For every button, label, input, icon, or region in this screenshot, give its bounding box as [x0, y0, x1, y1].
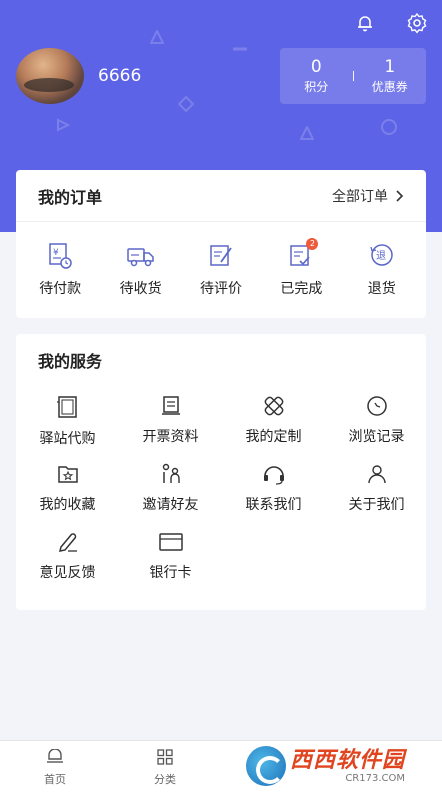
coupons-label: 优惠券: [371, 80, 408, 94]
service-history[interactable]: 浏览记录: [325, 386, 428, 454]
service-purchase[interactable]: 驿站代购: [16, 386, 119, 454]
order-completed[interactable]: 2 已完成: [266, 238, 336, 298]
stats-panel: 0 积分 1 优惠券: [280, 48, 426, 104]
review-icon: [210, 245, 232, 266]
service-label: 银行卡: [149, 565, 192, 581]
custom-icon: [264, 396, 283, 416]
service-label: 我的定制: [245, 429, 302, 445]
order-item-label: 待收货: [119, 281, 162, 297]
settings-icon[interactable]: [406, 12, 428, 34]
order-item-label: 退货: [367, 281, 396, 297]
service-feedback[interactable]: 意见反馈: [16, 522, 119, 590]
category-icon: [157, 749, 173, 765]
decor-triangle-icon: [57, 118, 70, 132]
decor-circle-icon: [381, 119, 397, 135]
service-contact[interactable]: 联系我们: [222, 454, 325, 522]
order-item-label: 待付款: [39, 281, 82, 297]
service-label: 关于我们: [348, 497, 405, 513]
avatar[interactable]: [16, 48, 84, 104]
order-item-label: 已完成: [280, 281, 323, 297]
return-icon: 退: [370, 244, 393, 266]
service-invite[interactable]: 邀请好友: [119, 454, 222, 522]
watermark-text: 西西软件园: [290, 747, 406, 773]
watermark-logo-icon: [246, 746, 286, 786]
order-pending-payment[interactable]: ¥ 待付款: [25, 242, 95, 298]
service-invoice[interactable]: 开票资料: [119, 386, 222, 454]
bank-card-icon: [158, 533, 183, 551]
watermark-subtext: CR173.COM: [345, 772, 406, 784]
nav-label: 首页: [44, 773, 66, 786]
order-pending-review[interactable]: 待评价: [186, 242, 256, 298]
headset-icon: [263, 466, 284, 485]
order-return[interactable]: 退 退货: [347, 242, 417, 298]
service-label: 我的收藏: [39, 497, 96, 513]
services-title: 我的服务: [38, 352, 103, 371]
favorites-icon: [57, 466, 78, 483]
history-icon: [366, 396, 387, 416]
nav-category[interactable]: 分类: [110, 741, 220, 792]
stats-divider: [352, 71, 354, 81]
bell-icon[interactable]: [354, 12, 376, 34]
username: 6666: [98, 66, 142, 86]
decor-triangle-icon: [150, 30, 164, 44]
service-favorites[interactable]: 我的收藏: [16, 454, 119, 522]
points-stat[interactable]: 0 积分: [280, 57, 353, 95]
service-label: 联系我们: [245, 497, 302, 513]
service-label: 意见反馈: [39, 565, 96, 581]
service-bank-card[interactable]: 银行卡: [119, 522, 222, 590]
decor-triangle-icon: [300, 126, 314, 140]
svg-text:¥: ¥: [53, 248, 59, 258]
all-orders-label: 全部订单: [332, 188, 388, 205]
nav-home[interactable]: 首页: [0, 741, 110, 792]
orders-title: 我的订单: [38, 187, 103, 207]
service-label: 浏览记录: [348, 429, 405, 445]
orders-card: 我的订单 全部订单 ¥ 待付款 待收货 待评价 2 已完成 退 退货: [16, 170, 426, 318]
services-card: 我的服务 驿站代购 开票资料 我的定制 浏览记录 我的收藏 邀请好友 联系我们 …: [16, 334, 426, 610]
service-label: 邀请好友: [142, 497, 199, 513]
points-label: 积分: [304, 80, 329, 94]
feedback-icon: [58, 533, 77, 552]
user-icon: [367, 465, 386, 484]
service-custom[interactable]: 我的定制: [222, 386, 325, 454]
decor-diamond-icon: [178, 96, 194, 112]
nav-label: 分类: [154, 773, 176, 786]
delivery-truck-icon: [126, 248, 154, 267]
service-label: 开票资料: [142, 429, 199, 445]
watermark: 西西软件园 CR173.COM: [246, 744, 426, 788]
coupons-value: 1: [384, 57, 396, 77]
points-value: 0: [310, 57, 322, 77]
service-about[interactable]: 关于我们: [325, 454, 428, 522]
invite-icon: [162, 463, 180, 483]
invoice-icon: [161, 396, 180, 415]
svg-text:退: 退: [376, 250, 386, 262]
payment-icon: ¥: [49, 243, 72, 269]
service-label: 驿站代购: [39, 431, 96, 447]
coupons-stat[interactable]: 1 优惠券: [354, 57, 427, 95]
all-orders-link[interactable]: 全部订单: [332, 186, 404, 206]
chevron-right-icon: [396, 189, 404, 202]
order-item-label: 待评价: [199, 281, 242, 297]
home-icon: [47, 748, 63, 763]
decor-dash-icon: [233, 47, 247, 51]
order-pending-receipt[interactable]: 待收货: [106, 242, 176, 298]
completed-badge: 2: [306, 238, 319, 250]
purchase-icon: [56, 396, 77, 418]
